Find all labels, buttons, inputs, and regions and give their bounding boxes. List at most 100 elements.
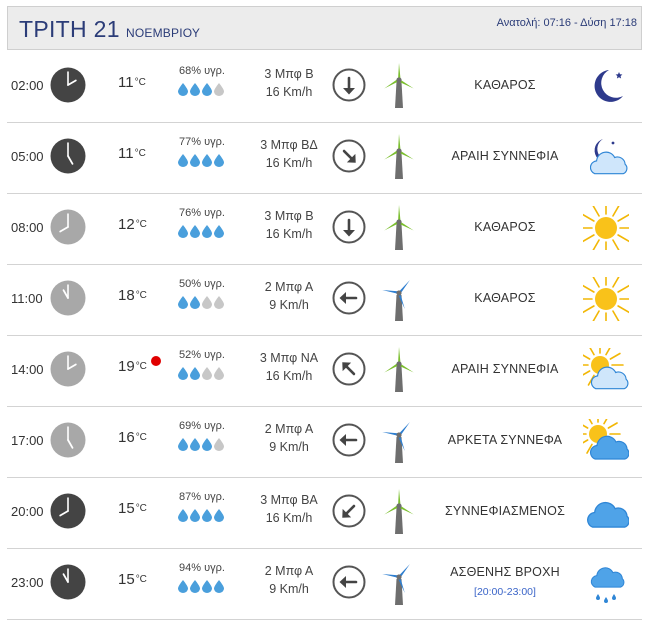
temperature-unit: °C xyxy=(135,219,147,230)
row-temperature: 11°C xyxy=(118,145,146,162)
wind-force: 3 Μπφ Β xyxy=(264,209,314,223)
temperature-unit: °C xyxy=(134,77,146,88)
forecast-row: 02:00 11°C 68% υγρ. 3 Μπφ Β 16 Km/h ΚΑΘΑΡΟΣ xyxy=(7,51,642,123)
condition-period: [20:00-23:00] xyxy=(474,586,536,598)
humidity-drops xyxy=(178,367,224,380)
clock-icon xyxy=(50,209,86,245)
forecast-row: 17:00 16°C 69% υγρ. 2 Μπφ Α 9 Km/h ΑΡΚΕΤΑ ΣΥΝ… xyxy=(7,406,642,478)
wind-speed: 9 Km/h xyxy=(269,298,309,312)
wind-turbine-icon xyxy=(382,417,416,465)
drop-icon xyxy=(214,509,224,522)
drop-icon xyxy=(202,296,212,309)
wind-speed: 9 Km/h xyxy=(269,440,309,454)
row-wind: 3 Μπφ ΝΑ 16 Km/h xyxy=(244,349,334,385)
temperature-unit: °C xyxy=(135,290,147,301)
clock-icon xyxy=(50,493,86,529)
humidity-drops xyxy=(178,580,224,593)
wind-direction-arrow-icon xyxy=(332,139,366,173)
drop-icon xyxy=(202,509,212,522)
drop-icon xyxy=(214,367,224,380)
forecast-row: 14:00 19°C 52% υγρ. 3 Μπφ ΝΑ 16 Km/h ΑΡΑΙΗ ΣΥ… xyxy=(7,335,642,407)
drop-icon xyxy=(190,580,200,593)
row-humidity: 94% υγρ. xyxy=(179,562,225,574)
wind-turbine-icon xyxy=(382,204,416,252)
drop-icon xyxy=(214,83,224,96)
row-time: 05:00 xyxy=(11,149,44,164)
drop-icon xyxy=(190,154,200,167)
row-temperature: 15°C xyxy=(118,500,147,517)
row-humidity: 77% υγρ. xyxy=(179,136,225,148)
row-time: 14:00 xyxy=(11,362,44,377)
wind-force: 2 Μπφ Α xyxy=(264,564,314,578)
temperature-value: 11 xyxy=(118,145,134,162)
row-condition: ΚΑΘΑΡΟΣ xyxy=(474,78,536,92)
drop-icon xyxy=(178,83,188,96)
wind-direction-arrow-icon xyxy=(332,210,366,244)
row-condition: ΑΡΑΙΗ ΣΥΝΝΕΦΙΑ xyxy=(451,362,559,376)
temperature-unit: °C xyxy=(135,574,147,585)
drop-icon xyxy=(178,367,188,380)
row-wind: 3 Μπφ Β 16 Km/h xyxy=(244,65,334,101)
temperature-value: 18 xyxy=(118,287,135,304)
drop-icon xyxy=(202,83,212,96)
wind-force: 3 Μπφ Β xyxy=(264,67,314,81)
drop-icon xyxy=(202,438,212,451)
drop-icon xyxy=(190,83,200,96)
row-condition: ΑΣΘΕΝΗΣ ΒΡΟΧΗ xyxy=(450,565,560,579)
humidity-drops xyxy=(178,154,224,167)
drop-icon xyxy=(178,296,188,309)
row-wind: 2 Μπφ Α 9 Km/h xyxy=(244,420,334,456)
wind-turbine-icon xyxy=(382,559,416,607)
temperature-unit: °C xyxy=(135,503,147,514)
humidity-drops xyxy=(178,225,224,238)
clock-icon xyxy=(50,280,86,316)
wind-direction-arrow-icon xyxy=(332,281,366,315)
clock-icon xyxy=(50,138,86,174)
row-temperature: 16°C xyxy=(118,429,147,446)
max-temp-dot xyxy=(151,356,161,366)
drop-icon xyxy=(214,438,224,451)
wind-speed: 16 Km/h xyxy=(265,156,313,170)
row-wind: 3 Μπφ ΒΔ 16 Km/h xyxy=(244,136,334,172)
drop-icon xyxy=(214,580,224,593)
drop-icon xyxy=(190,225,200,238)
wind-speed: 9 Km/h xyxy=(269,582,309,596)
clock-icon xyxy=(50,67,86,103)
row-condition: ΣΥΝΝΕΦΙΑΣΜΕΝΟΣ xyxy=(445,504,565,518)
temperature-unit: °C xyxy=(135,361,147,372)
sun-cloud-icon xyxy=(575,411,630,463)
wind-direction-arrow-icon xyxy=(332,423,366,457)
row-time: 11:00 xyxy=(11,291,43,306)
drop-icon xyxy=(190,509,200,522)
humidity-drops xyxy=(178,83,224,96)
wind-direction-arrow-icon xyxy=(332,494,366,528)
wind-turbine-icon xyxy=(382,346,416,394)
row-time: 17:00 xyxy=(11,433,44,448)
wind-turbine-icon xyxy=(382,133,416,181)
wind-turbine-icon xyxy=(382,275,416,323)
temperature-value: 15 xyxy=(118,571,135,588)
row-time: 02:00 xyxy=(11,78,44,93)
drop-icon xyxy=(202,367,212,380)
temperature-value: 16 xyxy=(118,429,135,446)
wind-force: 2 Μπφ Α xyxy=(264,280,314,294)
day-header: ΤΡΙΤΗ 21 ΝΟΕΜΒΡΙΟΥ Ανατολή: 07:16 - Δύση… xyxy=(7,6,642,50)
row-time: 23:00 xyxy=(11,575,44,590)
wind-direction-arrow-icon xyxy=(332,565,366,599)
wind-direction-arrow-icon xyxy=(332,352,366,386)
wind-speed: 16 Km/h xyxy=(265,511,313,525)
drop-icon xyxy=(178,225,188,238)
forecast-row: 05:00 11°C 77% υγρ. 3 Μπφ ΒΔ 16 Km/h ΑΡΑΙΗ ΣΥ… xyxy=(7,122,642,194)
drop-icon xyxy=(202,154,212,167)
row-humidity: 87% υγρ. xyxy=(179,491,225,503)
rain-cloud-icon xyxy=(583,561,629,605)
wind-speed: 16 Km/h xyxy=(265,227,313,241)
wind-force: 3 Μπφ ΒΑ xyxy=(260,493,318,507)
forecast-row: 23:00 15°C 94% υγρ. 2 Μπφ Α 9 Km/h ΑΣΘΕΝΗΣ ΒΡ… xyxy=(7,548,642,620)
cloud-icon xyxy=(583,490,630,534)
row-humidity: 68% υγρ. xyxy=(179,65,225,77)
row-temperature: 18°C xyxy=(118,287,147,304)
drop-icon xyxy=(190,367,200,380)
forecast-row: 20:00 15°C 87% υγρ. 3 Μπφ ΒΑ 16 Km/h ΣΥΝΝΕΦΙΑ… xyxy=(7,477,642,549)
humidity-drops xyxy=(178,438,224,451)
